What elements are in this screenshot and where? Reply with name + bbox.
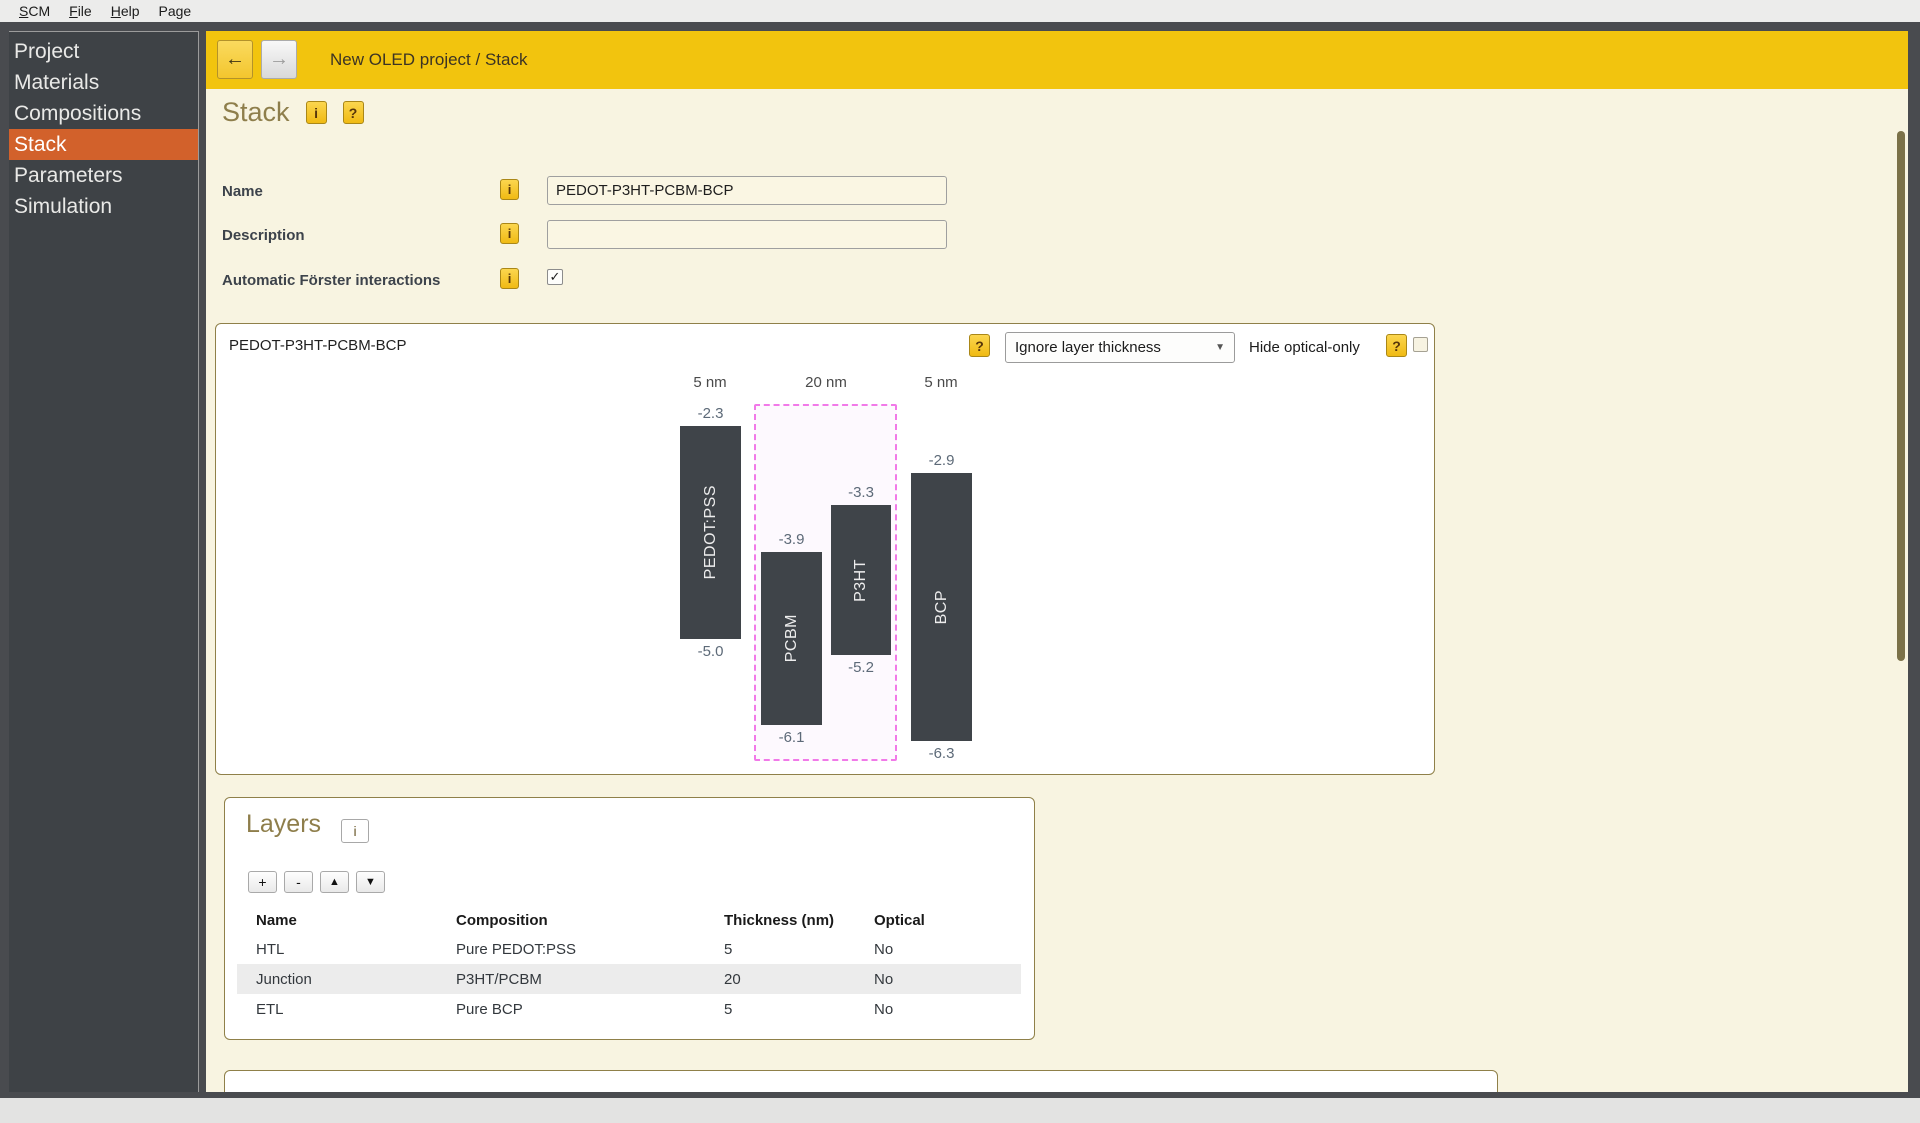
statusbar	[0, 1098, 1920, 1123]
energy-value-label: -5.0	[698, 643, 724, 660]
menu-item-page[interactable]: Page	[150, 0, 202, 22]
energy-value-label: -5.2	[848, 659, 874, 676]
table-row-etl[interactable]: ETLPure BCP5No	[237, 994, 1021, 1024]
description-info-icon[interactable]: i	[500, 223, 519, 244]
column-header-name: Name	[237, 906, 437, 934]
energy-bar-p3ht[interactable]: P3HT	[831, 505, 891, 655]
description-label: Description	[222, 227, 305, 244]
page-title: Stack	[222, 97, 290, 128]
layers-table: NameCompositionThickness (nm)OpticalHTLP…	[237, 906, 1021, 1024]
vertical-scrollbar-thumb[interactable]	[1897, 131, 1905, 661]
checkmark-icon: ✓	[550, 269, 561, 285]
sidebar-item-parameters[interactable]: Parameters	[9, 160, 198, 191]
thickness-label: 5 nm	[693, 374, 726, 391]
help-icon[interactable]: ?	[343, 101, 364, 124]
name-label: Name	[222, 183, 263, 200]
column-header-composition: Composition	[437, 906, 705, 934]
thickness-label: 20 nm	[805, 374, 847, 391]
energy-bar-bcp[interactable]: BCP	[911, 473, 972, 741]
move-layer-down-button[interactable]: ▼	[356, 871, 385, 893]
layers-info-button[interactable]: i	[341, 819, 369, 843]
sidebar-item-project[interactable]: Project	[9, 36, 198, 67]
bottom-panel	[224, 1070, 1498, 1092]
back-arrow-icon: ←	[225, 48, 245, 71]
energy-diagram: 5 nm 20 nm 5 nm PEDOT:PSS -2.3 -5.0 PCBM -3.9 -6…	[216, 324, 1434, 774]
energy-value-label: -6.3	[929, 745, 955, 762]
sidebar-item-compositions[interactable]: Compositions	[9, 98, 198, 129]
energy-bar-label: BCP	[933, 590, 951, 624]
stack-diagram-panel: PEDOT-P3HT-PCBM-BCP ? Ignore layer thick…	[215, 323, 1435, 775]
forster-info-icon[interactable]: i	[500, 268, 519, 289]
info-icon[interactable]: i	[306, 101, 327, 124]
description-input[interactable]	[547, 220, 947, 249]
name-info-icon[interactable]: i	[500, 179, 519, 200]
remove-layer-button[interactable]: -	[284, 871, 313, 893]
column-header-thickness-nm-: Thickness (nm)	[705, 906, 855, 934]
menubar: SCMFileHelpPage	[0, 0, 1920, 22]
layers-title: Layers	[246, 810, 321, 839]
energy-bar-label: PEDOT:PSS	[702, 485, 720, 579]
topbar: ← → New OLED project / Stack	[206, 31, 1908, 89]
move-layer-up-button[interactable]: ▲	[320, 871, 349, 893]
sidebar-item-stack[interactable]: Stack	[9, 129, 198, 160]
menu-item-scm[interactable]: SCM	[10, 0, 60, 22]
add-layer-button[interactable]: +	[248, 871, 277, 893]
column-header-optical: Optical	[855, 906, 1021, 934]
energy-value-label: -3.3	[848, 484, 874, 501]
energy-value-label: -2.3	[698, 405, 724, 422]
forward-arrow-icon: →	[269, 48, 289, 71]
table-row-junction[interactable]: JunctionP3HT/PCBM20No	[237, 964, 1021, 994]
forster-checkbox[interactable]: ✓	[547, 269, 563, 285]
name-input[interactable]	[547, 176, 947, 205]
breadcrumb: New OLED project / Stack	[330, 31, 527, 89]
layers-panel: Layers i +-▲ ▼ NameCompositionThickness (…	[224, 797, 1035, 1040]
energy-bar-pedot-pss[interactable]: PEDOT:PSS	[680, 426, 741, 639]
energy-bar-label: P3HT	[852, 559, 870, 602]
energy-value-label: -2.9	[929, 452, 955, 469]
thickness-label: 5 nm	[924, 374, 957, 391]
sidebar-item-simulation[interactable]: Simulation	[9, 191, 198, 222]
forward-button[interactable]: →	[261, 40, 297, 79]
sidebar: ProjectMaterialsCompositionsStackParamet…	[9, 31, 199, 1092]
table-row-htl[interactable]: HTLPure PEDOT:PSS5No	[237, 934, 1021, 964]
back-button[interactable]: ←	[217, 40, 253, 79]
energy-bar-pcbm[interactable]: PCBM	[761, 552, 822, 725]
energy-value-label: -6.1	[779, 729, 805, 746]
main-content: Stack i ? Name i Description i Automatic…	[206, 89, 1908, 1092]
layers-toolbar: +-▲ ▼	[248, 871, 385, 893]
energy-value-label: -3.9	[779, 531, 805, 548]
energy-bar-label: PCBM	[783, 614, 801, 662]
forster-label: Automatic Förster interactions	[222, 272, 440, 289]
menu-item-file[interactable]: File	[60, 0, 102, 22]
menu-item-help[interactable]: Help	[102, 0, 150, 22]
sidebar-item-materials[interactable]: Materials	[9, 67, 198, 98]
